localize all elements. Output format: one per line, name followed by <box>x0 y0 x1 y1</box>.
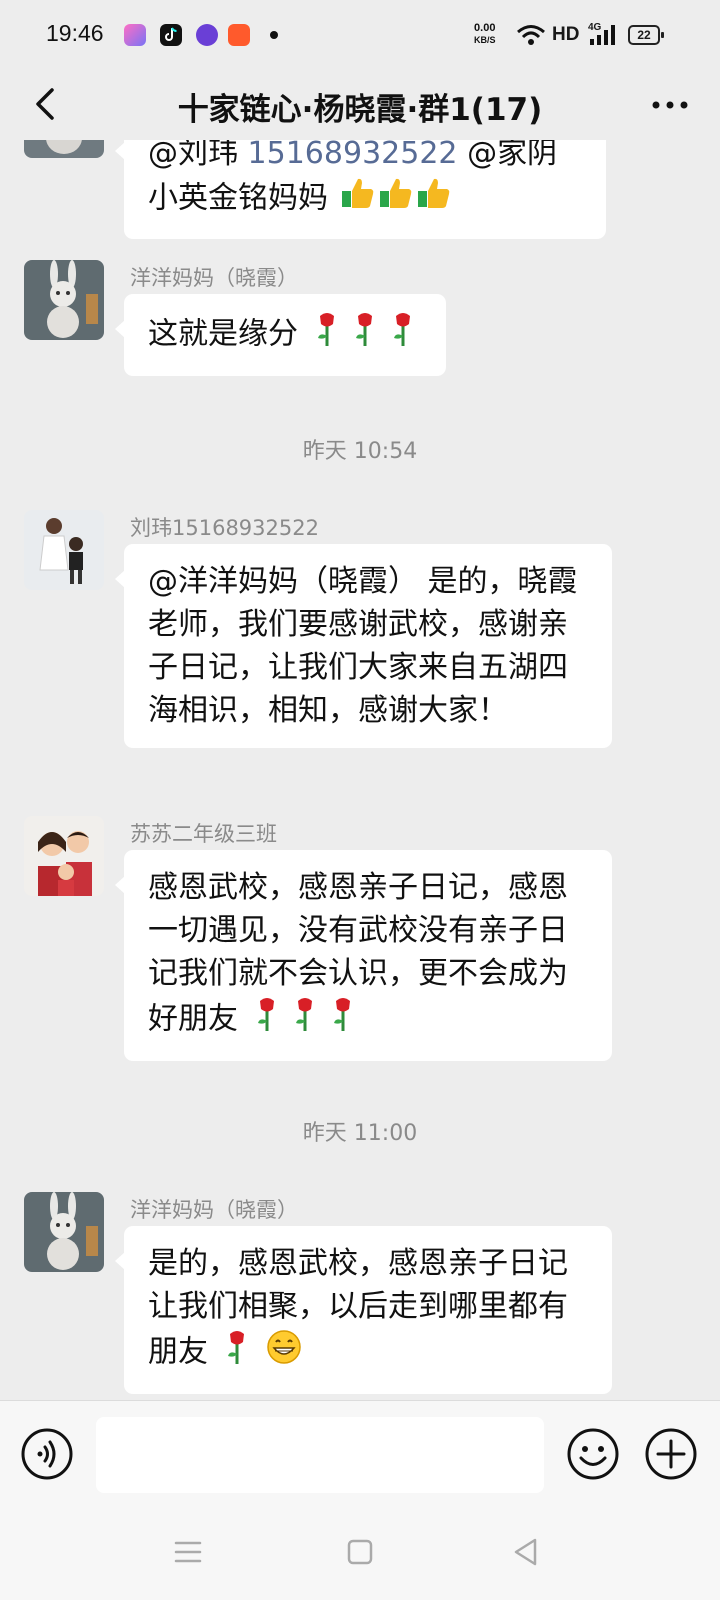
sender-name: 刘玮15168932522 <box>130 516 319 540</box>
message-bubble[interactable]: 是的，感恩武校，感恩亲子日记让我们相聚，以后走到哪里都有朋友 <box>115 1226 612 1394</box>
voice-icon <box>21 1428 73 1480</box>
input-bar <box>0 1400 720 1511</box>
more-button[interactable] <box>650 90 690 120</box>
home-square-icon <box>347 1539 373 1565</box>
grin-icon <box>265 1328 303 1378</box>
mention-text[interactable]: @刘玮 <box>148 140 238 171</box>
net-speed-value: 0.00 <box>474 22 496 34</box>
avatar[interactable] <box>24 1192 104 1272</box>
smiley-icon <box>567 1428 619 1480</box>
phone-number-link[interactable]: 15168932522 <box>248 140 458 171</box>
message-bubble[interactable]: 感恩武校，感恩亲子日记，感恩一切遇见，没有武校没有亲子日记我们就不会认识，更不会… <box>115 850 612 1061</box>
message-bubble[interactable]: @洋洋妈妈（晓霞） 是的，晓霞老师，我们要感谢武校，感谢亲子日记，让我们大家来自… <box>115 544 612 748</box>
message-text: 是的，感恩武校，感恩亲子日记让我们相聚，以后走到哪里都有朋友 <box>148 1246 568 1370</box>
message-input[interactable] <box>96 1417 544 1493</box>
chat-message-list[interactable]: @刘玮 15168932522 @家阴 小英金铭妈妈 洋洋妈妈（晓霞） 这就是缘… <box>0 140 720 1400</box>
time-separator: 昨天 11:00 <box>302 1121 418 1146</box>
app-notification-icon <box>124 24 146 46</box>
home-button[interactable] <box>340 1532 380 1572</box>
rose-icon <box>218 1328 256 1378</box>
mention-text[interactable]: @家阴 <box>467 140 557 171</box>
message-bubble[interactable]: 这就是缘分 <box>115 294 446 376</box>
plus-icon <box>645 1428 697 1480</box>
sender-name: 洋洋妈妈（晓霞） <box>130 1198 298 1222</box>
net-speed-unit: KB/S <box>474 35 496 45</box>
status-time: 19:46 <box>46 20 104 46</box>
voice-button[interactable] <box>20 1427 74 1481</box>
rose-icon <box>248 995 362 1045</box>
app-notification-icon <box>228 24 250 46</box>
message-text: @洋洋妈妈（晓霞） 是的，晓霞老师，我们要感谢武校，感谢亲子日记，让我们大家来自… <box>148 564 578 728</box>
sender-name: 洋洋妈妈（晓霞） <box>130 266 298 290</box>
system-nav-bar <box>0 1510 720 1600</box>
hd-indicator: HD <box>552 24 580 45</box>
status-bar: 19:46 0.00 KB/S HD 4G 22 <box>0 0 720 70</box>
avatar[interactable] <box>24 140 104 158</box>
message-text: 小英金铭妈妈 <box>148 180 328 216</box>
more-functions-button[interactable] <box>644 1427 698 1481</box>
nav-back-button[interactable] <box>506 1532 546 1572</box>
avatar[interactable] <box>24 816 104 896</box>
net-speed: 0.00 KB/S <box>474 22 496 46</box>
message-line: 小英金铭妈妈 <box>148 175 582 223</box>
wifi-icon <box>517 25 545 45</box>
message-bubble[interactable]: @刘玮 15168932522 @家阴 小英金铭妈妈 <box>115 140 606 239</box>
time-separator: 昨天 10:54 <box>302 439 418 464</box>
sender-name: 苏苏二年级三班 <box>130 822 277 846</box>
more-notifications-dot-icon <box>270 31 278 39</box>
tiktok-notification-icon <box>160 24 182 46</box>
emoji-button[interactable] <box>566 1427 620 1481</box>
back-triangle-icon <box>514 1538 537 1566</box>
battery-icon: 22 <box>628 25 664 45</box>
thumbs-up-icon <box>338 175 458 223</box>
chevron-left-icon <box>36 88 54 120</box>
app-notification-icon <box>196 24 218 46</box>
menu-icon <box>174 1541 202 1563</box>
back-button[interactable] <box>26 84 66 124</box>
more-dots-icon <box>652 101 688 109</box>
avatar[interactable] <box>24 260 104 340</box>
avatar[interactable] <box>24 510 104 590</box>
message-text: 这就是缘分 <box>148 316 298 352</box>
message-line: @刘玮 15168932522 @家阴 <box>148 140 582 175</box>
chat-title: 十家链心·杨晓霞·群1(17) <box>177 92 543 128</box>
recent-apps-button[interactable] <box>168 1532 208 1572</box>
rose-icon <box>308 310 422 360</box>
title-bar: 十家链心·杨晓霞·群1(17) <box>0 70 720 140</box>
